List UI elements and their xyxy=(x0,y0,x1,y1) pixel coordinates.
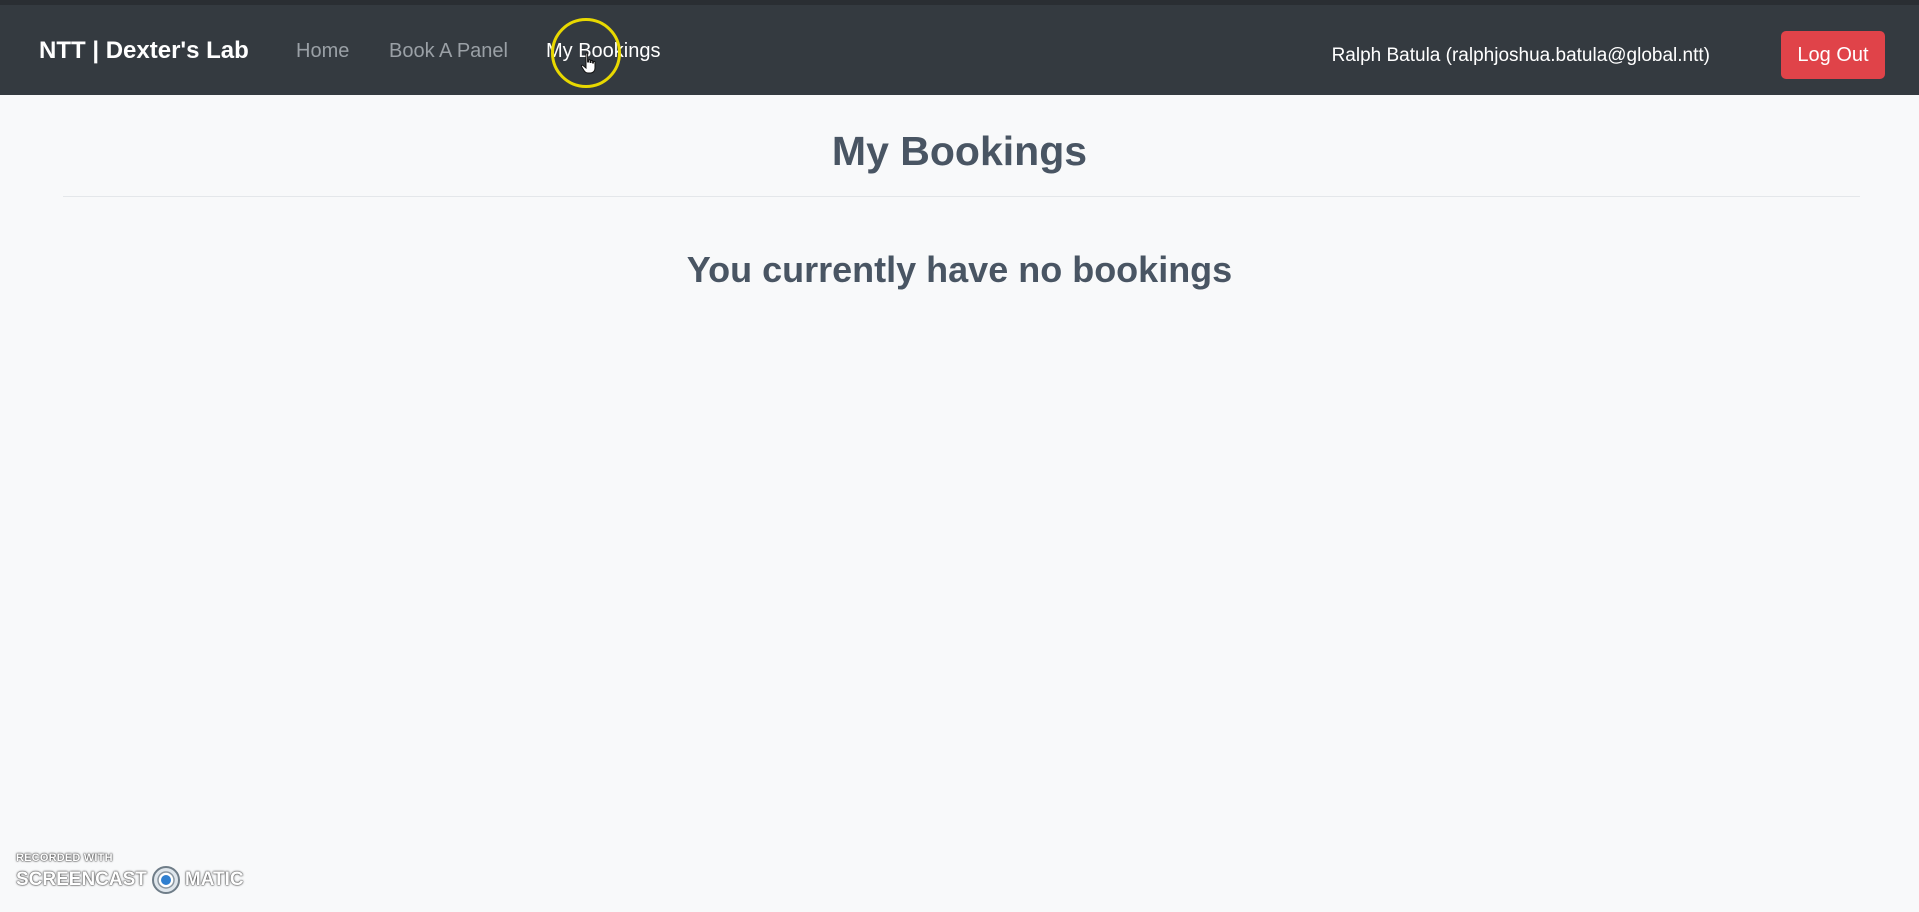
nav-link-home[interactable]: Home xyxy=(296,40,349,63)
screencast-o-matic-logo-icon xyxy=(151,866,180,894)
empty-bookings-message: You currently have no bookings xyxy=(686,249,1233,290)
watermark-left-text: SCREENCAST xyxy=(16,869,147,890)
page-title: My Bookings xyxy=(831,128,1088,174)
navbar: NTT | Dexter's Lab Home Book A Panel My … xyxy=(0,0,1919,95)
brand-title[interactable]: NTT | Dexter's Lab xyxy=(39,37,249,65)
nav-link-book-a-panel[interactable]: Book A Panel xyxy=(389,40,508,63)
title-divider xyxy=(63,196,1860,197)
nav-link-my-bookings[interactable]: My Bookings xyxy=(546,40,661,63)
watermark-recorded-with: RECORDED WITH xyxy=(16,852,113,864)
screencast-watermark: RECORDED WITH SCREENCAST MATIC xyxy=(16,852,244,895)
logout-button[interactable]: Log Out xyxy=(1781,31,1885,79)
watermark-brand: SCREENCAST MATIC xyxy=(16,865,244,895)
user-info: Ralph Batula (ralphjoshua.batula@global.… xyxy=(1331,45,1710,66)
watermark-right-text: MATIC xyxy=(184,869,244,890)
